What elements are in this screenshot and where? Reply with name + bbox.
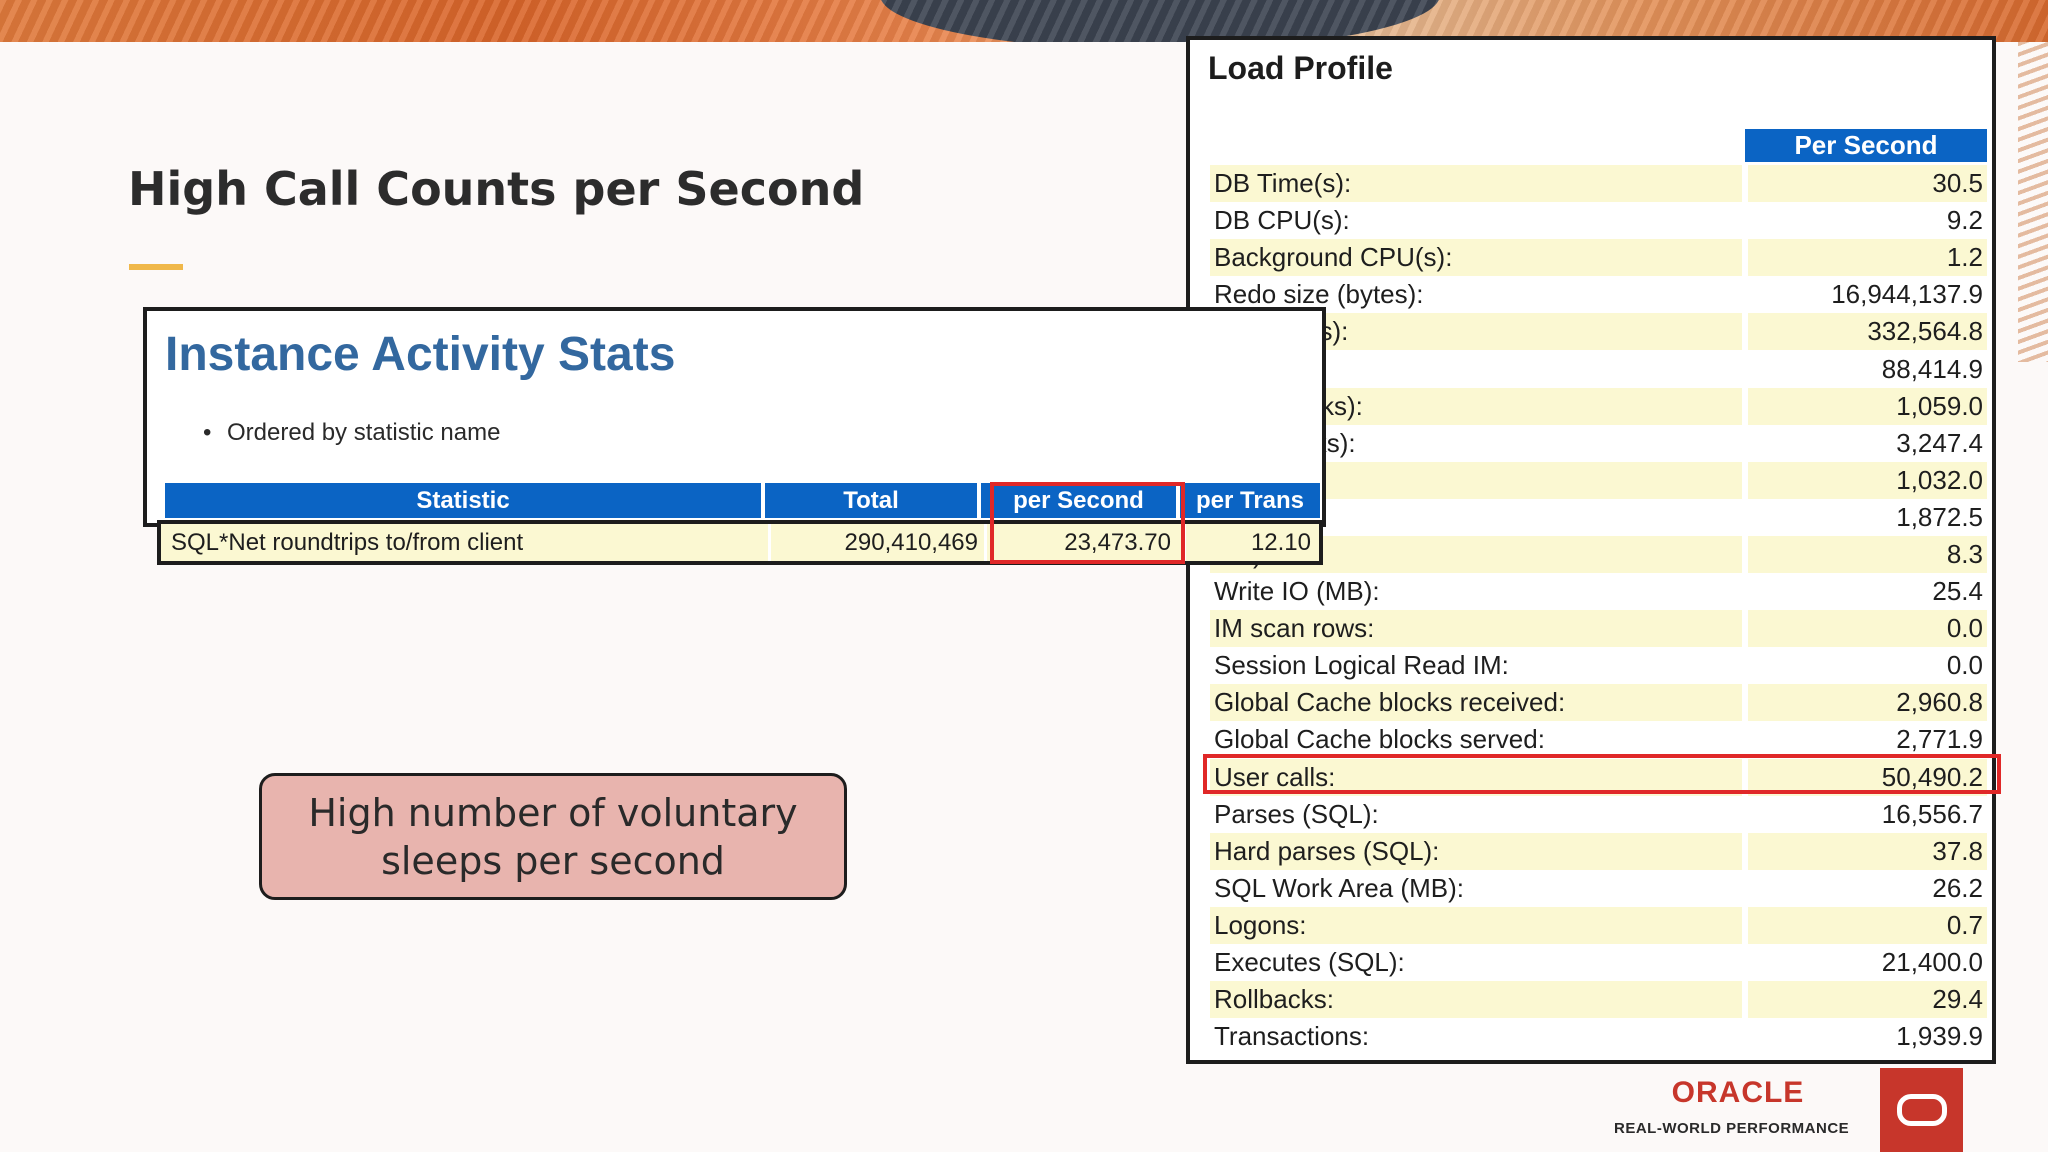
load-profile-value: 26.2 [1932,872,1983,903]
load-profile-label: Hard parses (SQL): [1210,832,1742,870]
load-profile-row: Global Cache blocks received: 2,960.8 [1210,684,1987,722]
header-statistic: Statistic [165,483,765,518]
load-profile-value: 2,771.9 [1896,724,1983,755]
load-profile-value: 2,960.8 [1748,684,1987,722]
load-profile-title: Load Profile [1208,50,1393,86]
oracle-logo-icon [1880,1068,1963,1152]
oracle-logo-text: ORACLE [1671,1076,1805,1109]
load-profile-value: 1,939.9 [1896,1021,1983,1052]
load-profile-value: 0.0 [1748,610,1987,648]
load-profile-row: IM scan rows: 0.0 [1210,610,1987,648]
load-profile-value: 1.2 [1748,239,1987,277]
load-profile-value: 88,414.9 [1881,353,1983,384]
load-profile-label: SQL Work Area (MB): [1214,872,1464,903]
load-profile-row: DB CPU(s): 9.2 [1210,202,1987,239]
load-profile-row: ad (blocks):332,564.8 [1210,313,1987,351]
load-profile-row: equests:1,032.0 [1210,461,1987,499]
cell-total: 290,410,469 [771,524,987,561]
load-profile-row: DB Time(s): 30.5 [1210,165,1987,203]
load-profile-value: 21,400.0 [1881,947,1983,978]
load-profile-value: 16,556.7 [1881,798,1983,829]
load-profile-label: Logons: [1210,906,1742,944]
load-profile-label: Global Cache blocks received: [1210,684,1742,722]
load-profile-value: 0.7 [1748,906,1987,944]
load-profile-label: DB Time(s): [1210,165,1742,203]
load-profile-value: 30.5 [1748,165,1987,203]
load-profile-row: Parses (SQL): 16,556.7 [1210,796,1987,833]
slide-title: High Call Counts per Second [128,162,865,216]
load-profile-row: SQL Work Area (MB): 26.2 [1210,870,1987,907]
load-profile-row: Logons: 0.7 [1210,906,1987,944]
load-profile-value: 1,059.0 [1748,387,1987,425]
load-profile-row: Redo size (bytes): 16,944,137.9 [1210,276,1987,313]
load-profile-row: Write IO (MB): 25.4 [1210,573,1987,610]
callout-box: High number of voluntary sleeps per seco… [259,773,847,900]
load-profile-row: rite (blocks):3,247.4 [1210,425,1987,462]
load-profile-row: Transactions: 1,939.9 [1210,1018,1987,1055]
cell-per-trans: 12.10 [1250,528,1311,556]
title-accent-bar [129,264,183,270]
load-profile-value: 9.2 [1946,205,1983,236]
load-profile-row: Executes (SQL): 21,400.0 [1210,944,1987,981]
load-profile-row: Hard parses (SQL): 37.8 [1210,832,1987,870]
instance-activity-title: Instance Activity Stats [165,328,676,381]
header-total: Total [765,483,981,518]
load-profile-row: ead (blocks):1,059.0 [1210,387,1987,425]
load-profile-column-header: Per Second [1745,129,1987,162]
load-profile-label: Write IO (MB): [1214,576,1380,607]
load-profile-value: 25.4 [1932,576,1983,607]
user-calls-highlight [1203,754,2001,794]
load-profile-label: DB CPU(s): [1214,205,1350,236]
load-profile-value: 16,944,137.9 [1831,279,1983,310]
load-profile-label: Background CPU(s): [1210,239,1742,277]
load-profile-row: Session Logical Read IM: 0.0 [1210,647,1987,684]
load-profile-value: 1,872.5 [1896,501,1983,532]
load-profile-label: Parses (SQL): [1214,798,1379,829]
load-profile-label: Rollbacks: [1210,981,1742,1019]
load-profile-row: Global Cache blocks served: 2,771.9 [1210,721,1987,758]
load-profile-value: 29.4 [1748,981,1987,1019]
per-second-highlight [990,482,1185,564]
load-profile-value: 332,564.8 [1748,313,1987,351]
load-profile-row: MB):8.3 [1210,535,1987,574]
load-profile-value: 8.3 [1748,535,1987,574]
load-profile-row: Rollbacks: 29.4 [1210,981,1987,1019]
right-decoration [2018,42,2048,362]
cell-statistic: SQL*Net roundtrips to/from client [161,524,771,561]
load-profile-value: 0.0 [1946,650,1983,681]
load-profile-label: Session Logical Read IM: [1214,650,1509,681]
load-profile-value: 1,032.0 [1748,461,1987,499]
oracle-logo-subtitle: REAL-WORLD PERFORMANCE [1614,1120,1850,1137]
load-profile-row: Background CPU(s): 1.2 [1210,239,1987,277]
header-per-trans: per Trans [1180,483,1320,518]
load-profile-label: Executes (SQL): [1214,947,1405,978]
instance-activity-bullet: Ordered by statistic name [203,419,500,447]
load-profile-label: Global Cache blocks served: [1214,724,1545,755]
load-profile-row: equests:1,872.5 [1210,499,1987,536]
load-profile-value: 3,247.4 [1896,427,1983,458]
load-profile-value: 37.8 [1748,832,1987,870]
load-profile-rows: DB Time(s): 30.5 DB CPU(s): 9.2 Background C… [1210,165,1987,1055]
load-profile-label: Transactions: [1214,1021,1370,1052]
load-profile-label: IM scan rows: [1210,610,1742,648]
load-profile-row: nges:88,414.9 [1210,350,1987,387]
